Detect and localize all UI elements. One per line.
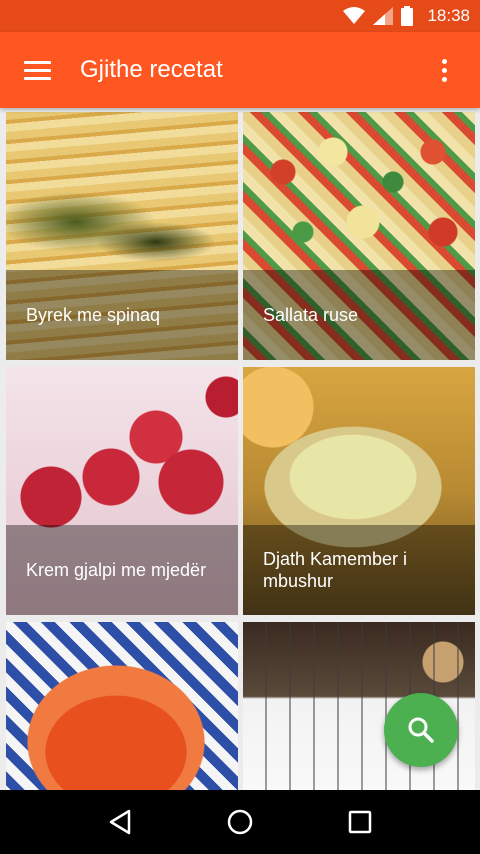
recipe-title: Byrek me spinaq <box>26 305 161 325</box>
recipe-card[interactable]: Krem gjalpi me mjedër <box>6 367 238 615</box>
recipe-caption: Byrek me spinaq <box>6 270 238 360</box>
home-button[interactable] <box>210 790 270 854</box>
wifi-icon <box>343 7 366 24</box>
page-title: Gjithe recetat <box>80 56 223 83</box>
jam-jar-photo <box>6 622 238 790</box>
back-button[interactable] <box>90 790 150 854</box>
back-triangle-icon <box>109 809 131 835</box>
search-fab-button[interactable] <box>384 693 458 767</box>
recipe-caption: Sallata ruse <box>243 270 475 360</box>
status-time: 18:38 <box>427 6 470 25</box>
recipe-title: Djath Kamember i mbushur <box>263 549 408 591</box>
recipe-card[interactable] <box>6 622 238 790</box>
home-circle-icon <box>227 809 253 835</box>
recipe-title: Sallata ruse <box>263 305 359 325</box>
recents-square-icon <box>348 810 372 834</box>
recipe-caption: Krem gjalpi me mjedër <box>6 525 238 615</box>
overflow-menu-button[interactable] <box>422 50 466 90</box>
recipe-title: Krem gjalpi me mjedër <box>26 560 207 580</box>
search-icon <box>408 717 434 743</box>
recipe-caption: Djath Kamember i mbushur <box>243 525 475 615</box>
menu-button[interactable] <box>14 48 62 92</box>
recipe-card[interactable]: Djath Kamember i mbushur <box>243 367 475 615</box>
recipe-grid: Byrek me spinaq Sallata ruse Krem gjalpi… <box>0 108 480 790</box>
recipe-card[interactable]: Byrek me spinaq <box>6 112 238 360</box>
more-vert-icon <box>441 58 447 64</box>
recents-button[interactable] <box>330 790 390 854</box>
recipe-card[interactable]: Sallata ruse <box>243 112 475 360</box>
battery-icon <box>401 6 414 26</box>
app-bar: Gjithe recetat <box>0 32 480 108</box>
system-nav-bar <box>0 790 480 854</box>
menu-icon <box>24 60 51 64</box>
status-bar: 18:38 <box>0 0 480 32</box>
signal-icon <box>373 7 394 25</box>
